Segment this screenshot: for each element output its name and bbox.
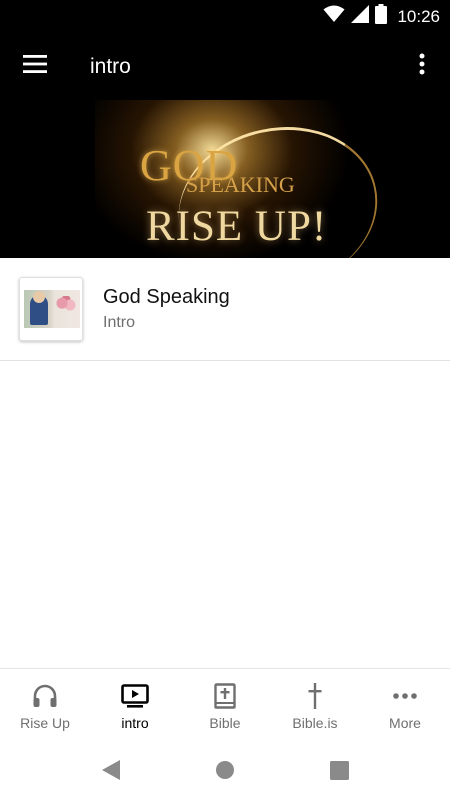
recents-button[interactable] [282, 753, 396, 793]
list-item-text: God Speaking Intro [103, 286, 230, 332]
headphones-icon [32, 683, 58, 709]
nav-item-rise-up[interactable]: Rise Up [0, 669, 90, 746]
more-horizontal-icon [392, 683, 418, 709]
status-bar: 10:26 [0, 0, 450, 33]
nav-item-more[interactable]: More [360, 669, 450, 746]
nav-label: intro [121, 715, 149, 731]
hamburger-menu-button[interactable] [0, 33, 70, 100]
overflow-menu-button[interactable] [394, 33, 450, 100]
cross-icon [307, 683, 323, 709]
system-navigation-bar [0, 745, 450, 800]
hamburger-menu-icon [23, 55, 47, 78]
nav-item-bible-is[interactable]: Bible.is [270, 669, 360, 746]
thumbnail-flowers [56, 296, 76, 314]
list-item-subtitle: Intro [103, 314, 136, 331]
signal-icon [351, 5, 370, 28]
list-item[interactable]: God Speaking Intro [0, 258, 450, 361]
status-icons [323, 4, 388, 29]
more-vertical-icon [419, 53, 425, 80]
nav-item-intro[interactable]: intro [90, 669, 180, 746]
list-item-title: God Speaking [103, 286, 230, 308]
bible-book-icon [214, 683, 236, 709]
nav-label: Rise Up [20, 715, 70, 731]
page-title: intro [90, 54, 131, 78]
home-button[interactable] [168, 753, 282, 793]
banner-title-rise-up: RISE UP! [146, 203, 328, 250]
nav-label: More [389, 715, 421, 731]
app-bar: intro [0, 33, 450, 100]
thumbnail-person-head [33, 291, 45, 303]
back-button[interactable] [54, 753, 168, 793]
video-player-icon [121, 683, 149, 709]
banner-image: GOD SPEAKING RISE UP! [0, 100, 450, 258]
nav-label: Bible [209, 715, 241, 731]
nav-label: Bible.is [292, 715, 338, 731]
video-thumbnail [19, 277, 83, 341]
bottom-navigation: Rise Up intro Bible Bible.is More [0, 668, 450, 745]
nav-item-bible[interactable]: Bible [180, 669, 270, 746]
home-icon [215, 760, 235, 785]
back-icon [101, 759, 121, 786]
wifi-icon [323, 5, 345, 28]
status-time: 10:26 [397, 6, 440, 26]
recents-icon [329, 760, 349, 785]
banner-title-speaking: SPEAKING [186, 172, 295, 197]
battery-icon [375, 4, 388, 29]
